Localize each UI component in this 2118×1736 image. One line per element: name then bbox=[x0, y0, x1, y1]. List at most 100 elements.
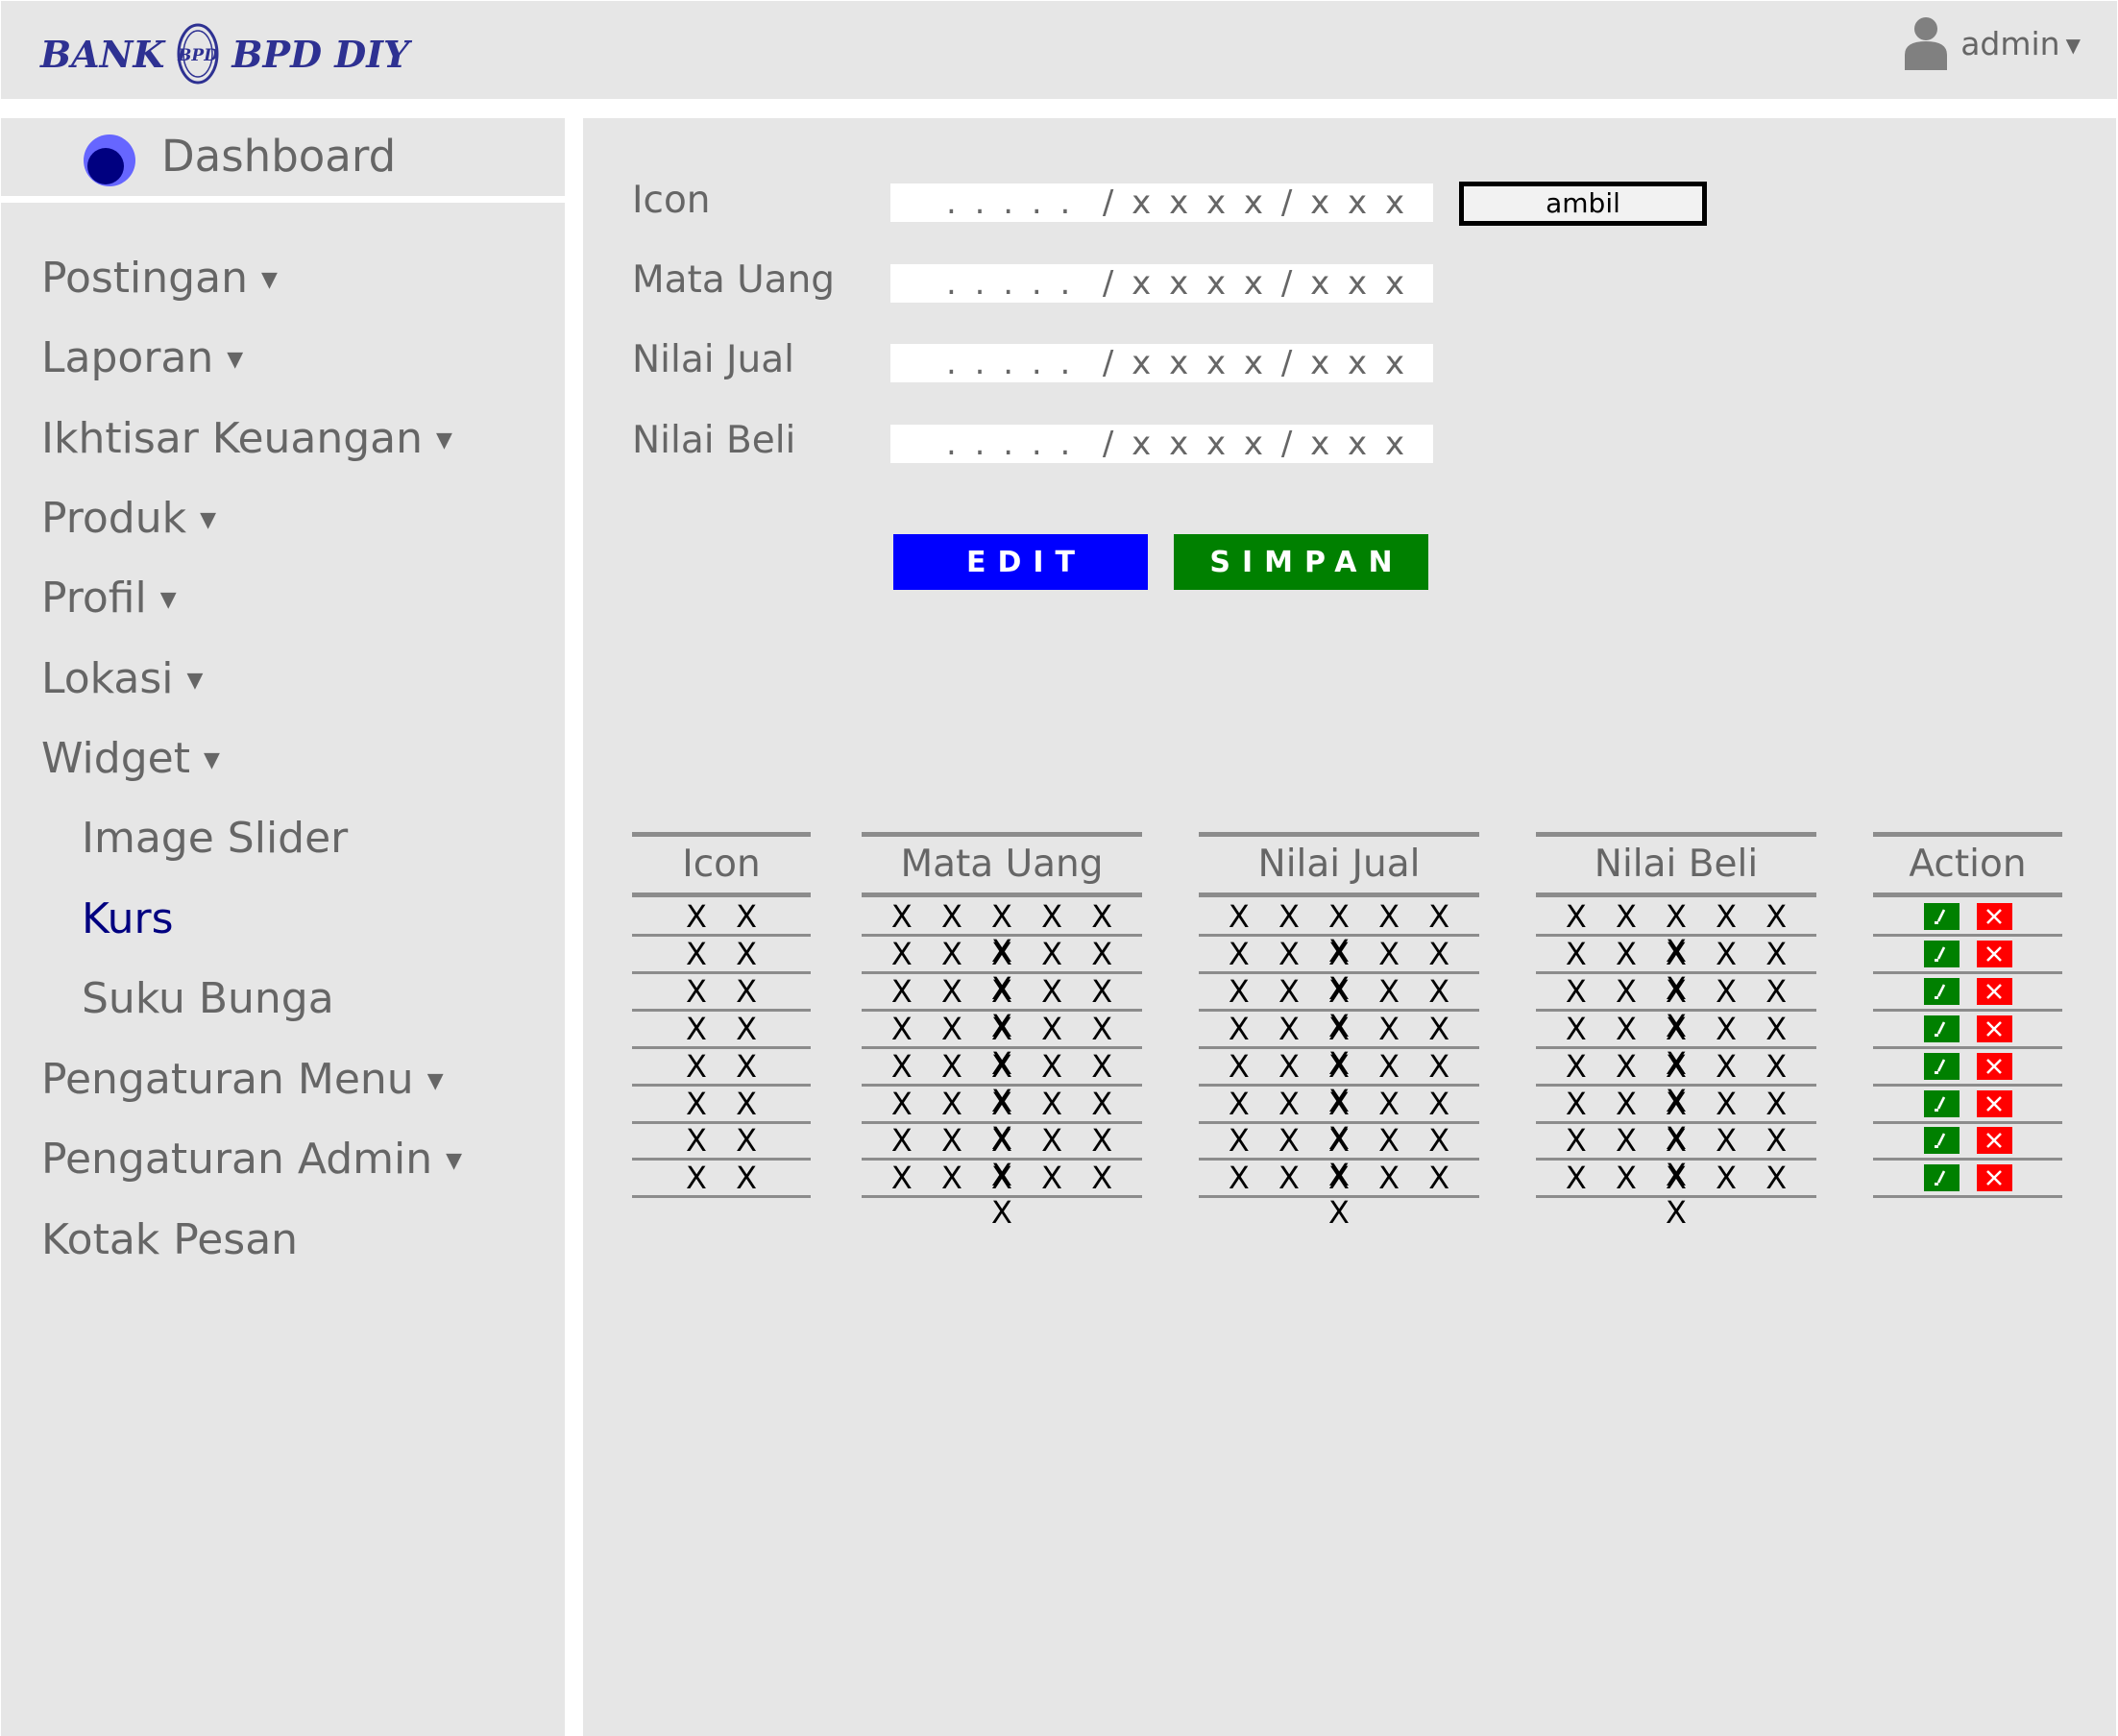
simpan-button[interactable]: SIMPAN bbox=[1174, 534, 1428, 590]
table-cell: X X X X X X bbox=[890, 1085, 1123, 1157]
table-divider bbox=[1873, 1158, 2062, 1161]
table-cell: X X X X X X bbox=[890, 1047, 1123, 1119]
mata-uang-label: Mata Uang bbox=[632, 258, 836, 302]
edit-row-button[interactable] bbox=[1923, 1015, 1960, 1042]
sidebar-item-laporan[interactable]: Laporan ▼ bbox=[41, 337, 243, 379]
table-cell: X X X X X X bbox=[890, 898, 1123, 969]
table-divider bbox=[1199, 1195, 1479, 1199]
table-cell: X X X X X X bbox=[1228, 1122, 1460, 1194]
table-row-actions bbox=[1873, 1050, 2062, 1083]
table-divider bbox=[1873, 1120, 2062, 1124]
table-cell: X X bbox=[685, 972, 767, 1010]
main-content: Icon ambil Mata Uang Nilai Jual Nilai Be… bbox=[583, 118, 2116, 1736]
edit-button[interactable]: EDIT bbox=[893, 534, 1148, 590]
sidebar-item-postingan[interactable]: Postingan ▼ bbox=[41, 257, 278, 300]
sidebar-item-suku-bunga[interactable]: Suku Bunga bbox=[82, 978, 334, 1020]
sidebar-item-kurs[interactable]: Kurs bbox=[82, 898, 174, 941]
svg-text:BPD: BPD bbox=[177, 46, 218, 65]
edit-row-button[interactable] bbox=[1923, 1164, 1960, 1192]
user-menu[interactable]: admin ▼ bbox=[1905, 16, 2081, 70]
table-divider bbox=[1873, 1083, 2062, 1087]
nilai-jual-input[interactable] bbox=[890, 344, 1433, 382]
sidebar-item-pengaturan-admin[interactable]: Pengaturan Admin ▼ bbox=[41, 1138, 462, 1181]
sidebar-item-widget[interactable]: Widget ▼ bbox=[41, 738, 220, 780]
sidebar-item-pengaturan-menu[interactable]: Pengaturan Menu ▼ bbox=[41, 1059, 444, 1101]
table-cell: X X X X X X bbox=[1228, 1160, 1460, 1232]
edit-check-icon bbox=[1935, 1021, 1946, 1037]
chevron-down-icon: ▼ bbox=[159, 588, 177, 612]
table-divider bbox=[1873, 1195, 2062, 1199]
sidebar-item-image-slider[interactable]: Image Slider bbox=[82, 818, 348, 860]
delete-row-button[interactable] bbox=[1976, 940, 2012, 967]
ambil-button[interactable]: ambil bbox=[1459, 182, 1707, 226]
delete-x-icon bbox=[1986, 1133, 2002, 1149]
nilai-beli-input[interactable] bbox=[890, 425, 1433, 463]
table-cell: X X bbox=[685, 898, 767, 935]
table-divider bbox=[1873, 1045, 2062, 1049]
delete-x-icon bbox=[1986, 1020, 2002, 1037]
delete-row-button[interactable] bbox=[1976, 903, 2012, 930]
delete-row-button[interactable] bbox=[1976, 977, 2012, 1005]
edit-row-button[interactable] bbox=[1923, 1089, 1960, 1117]
delete-row-button[interactable] bbox=[1976, 1164, 2012, 1192]
chevron-down-icon: ▼ bbox=[260, 268, 278, 292]
edit-check-icon bbox=[1935, 1133, 1946, 1149]
chevron-down-icon: ▼ bbox=[2065, 34, 2081, 57]
sidebar-item-label: Image Slider bbox=[82, 814, 349, 863]
sidebar-item-label: Produk bbox=[41, 494, 187, 543]
edit-row-button[interactable] bbox=[1923, 1052, 1960, 1080]
user-icon bbox=[1905, 17, 1948, 70]
delete-row-button[interactable] bbox=[1976, 1015, 2012, 1042]
nilai-beli-label: Nilai Beli bbox=[632, 419, 796, 462]
top-header: BANK BPD BPD DIY admin ▼ bbox=[1, 1, 2117, 99]
table-cell: X X X X X X bbox=[1565, 898, 1797, 969]
table-cell: X X X X X X bbox=[1565, 972, 1797, 1044]
table-header-nilai-beli: Nilai Beli bbox=[1594, 843, 1759, 886]
table-row-actions bbox=[1873, 1161, 2062, 1194]
dashboard-icon bbox=[84, 134, 135, 186]
sidebar-item-profil[interactable]: Profil ▼ bbox=[41, 577, 177, 620]
table-cell: X X bbox=[685, 935, 767, 972]
sidebar-item-label: Pengaturan Admin bbox=[41, 1135, 433, 1184]
sidebar-item-lokasi[interactable]: Lokasi ▼ bbox=[41, 658, 203, 700]
delete-row-button[interactable] bbox=[1976, 1089, 2012, 1117]
edit-row-button[interactable] bbox=[1923, 977, 1960, 1005]
sidebar-item-label: Ikhtisar Keuangan bbox=[41, 414, 424, 463]
table-row-actions bbox=[1873, 1088, 2062, 1120]
table-divider bbox=[632, 892, 811, 897]
chevron-down-icon: ▼ bbox=[436, 428, 452, 452]
table-divider bbox=[1199, 892, 1479, 897]
user-name: admin bbox=[1960, 24, 2060, 62]
table-cell: X X X X X X bbox=[890, 972, 1123, 1044]
icon-input[interactable] bbox=[890, 183, 1433, 222]
table-divider bbox=[632, 1195, 811, 1199]
table-cell: X X X X X X bbox=[1565, 1010, 1797, 1082]
chevron-down-icon: ▼ bbox=[203, 748, 220, 772]
edit-check-icon bbox=[1935, 1095, 1946, 1112]
sidebar-item-ikhtisar-keuangan[interactable]: Ikhtisar Keuangan ▼ bbox=[41, 418, 452, 460]
table-divider bbox=[1536, 1195, 1816, 1199]
table-cell: X X X X X X bbox=[890, 935, 1123, 1007]
table-divider bbox=[1873, 934, 2062, 937]
sidebar: Dashboard Postingan ▼ Laporan ▼ Ikhtisar K… bbox=[1, 118, 565, 1736]
sidebar-item-dashboard[interactable]: Dashboard bbox=[1, 118, 565, 196]
table-divider bbox=[1873, 970, 2062, 974]
edit-row-button[interactable] bbox=[1923, 903, 1960, 930]
delete-x-icon bbox=[1986, 909, 2002, 924]
bank-logo[interactable]: BANK BPD BPD DIY bbox=[40, 20, 409, 87]
table-header-mata-uang: Mata Uang bbox=[900, 843, 1104, 886]
edit-row-button[interactable] bbox=[1923, 940, 1960, 967]
delete-row-button[interactable] bbox=[1976, 1052, 2012, 1080]
delete-x-icon bbox=[1986, 945, 2002, 962]
table-cell: X X bbox=[685, 1085, 767, 1122]
mata-uang-input[interactable] bbox=[890, 264, 1433, 303]
delete-row-button[interactable] bbox=[1976, 1127, 2012, 1155]
table-cell: X X X X X X bbox=[1228, 1010, 1460, 1082]
table-cell: X X X X X X bbox=[890, 1010, 1123, 1082]
logo-text-bank: BANK bbox=[40, 32, 165, 76]
edit-row-button[interactable] bbox=[1923, 1127, 1960, 1155]
edit-check-icon bbox=[1935, 984, 1946, 999]
sidebar-item-produk[interactable]: Produk ▼ bbox=[41, 498, 216, 540]
table-cell: X X X X X X bbox=[890, 1160, 1123, 1232]
sidebar-item-kotak-pesan[interactable]: Kotak Pesan bbox=[41, 1219, 298, 1261]
